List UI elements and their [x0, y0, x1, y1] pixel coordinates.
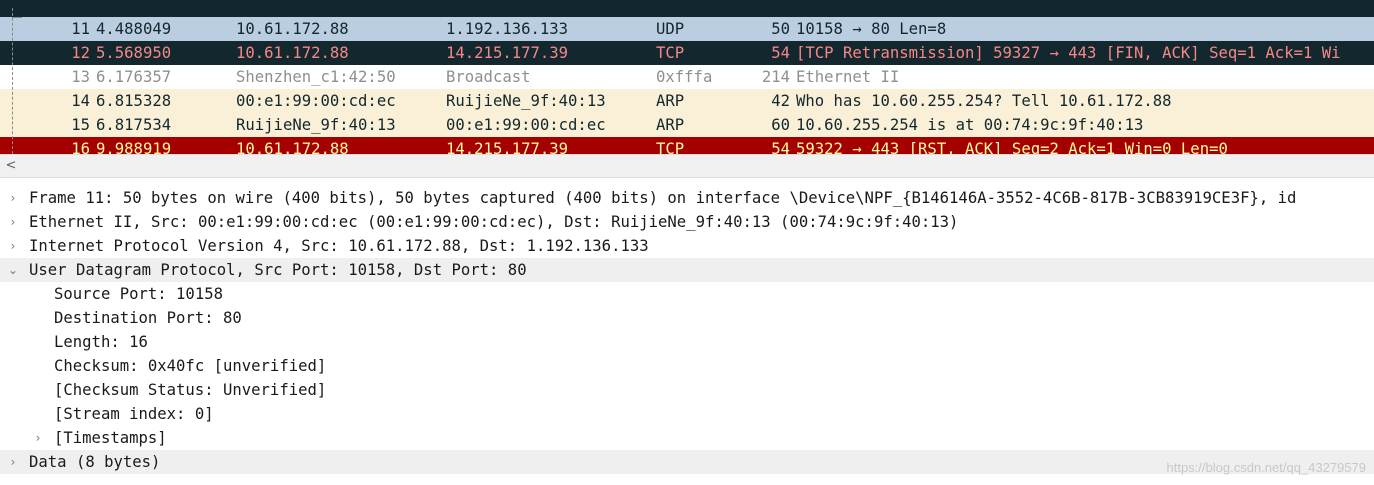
packet-destination-cell: 00:e1:99:00:cd:ec	[446, 116, 606, 134]
packet-details-tree[interactable]: › Frame 11: 50 bytes on wire (400 bits), …	[0, 186, 1374, 485]
packet-length-cell: 54	[771, 44, 790, 62]
packet-length-cell: 214	[761, 68, 790, 86]
detail-tree-label: [Stream index: 0]	[54, 405, 214, 423]
horizontal-scrollbar[interactable]: <	[0, 154, 1374, 178]
expand-arrow-icon[interactable]: ›	[4, 450, 22, 474]
detail-tree-label: Length: 16	[54, 333, 148, 351]
detail-tree-item[interactable]: Destination Port: 80	[0, 306, 1374, 330]
detail-tree-label: Frame 11: 50 bytes on wire (400 bits), 5…	[29, 189, 1297, 207]
detail-tree-item[interactable]: Checksum: 0x40fc [unverified]	[0, 354, 1374, 378]
packet-destination-cell: RuijieNe_9f:40:13	[446, 92, 606, 110]
scroll-left-icon[interactable]: <	[0, 155, 22, 177]
expand-arrow-icon[interactable]: ›	[4, 210, 22, 234]
packet-source-cell: 10.61.172.88	[236, 44, 349, 62]
packet-protocol-cell: 0xfffa	[656, 68, 713, 86]
expand-arrow-icon[interactable]: ›	[29, 426, 47, 450]
packet-length-cell: 54	[771, 140, 790, 154]
packet-source-cell: 10.61.172.88	[236, 140, 349, 154]
detail-tree-label: [Timestamps]	[54, 429, 167, 447]
packet-info-cell: 59322 → 443 [RST, ACK] Seq=2 Ack=1 Win=0…	[796, 140, 1228, 154]
packet-length-cell: 60	[771, 116, 790, 134]
scrollbar-thumb[interactable]	[22, 158, 62, 174]
expand-arrow-icon[interactable]: ›	[4, 186, 22, 210]
packet-length-cell: 42	[771, 92, 790, 110]
packet-protocol-cell: TCP	[656, 44, 685, 62]
collapse-arrow-icon[interactable]: ⌄	[4, 258, 22, 282]
packet-no-cell: 11	[71, 20, 90, 38]
detail-tree-label: Ethernet II, Src: 00:e1:99:00:cd:ec (00:…	[29, 213, 959, 231]
detail-tree-item[interactable]: › Internet Protocol Version 4, Src: 10.61…	[0, 234, 1374, 258]
watermark: https://blog.csdn.net/qq_43279579	[1166, 460, 1367, 475]
detail-tree-item[interactable]: [Stream index: 0]	[0, 402, 1374, 426]
packet-no-cell: 12	[71, 44, 90, 62]
detail-tree-label: Source Port: 10158	[54, 285, 223, 303]
packet-destination-cell: Broadcast	[446, 68, 531, 86]
packet-row[interactable]	[0, 0, 1374, 17]
packet-destination-cell: 14.215.177.39	[446, 140, 569, 154]
detail-tree-label: User Datagram Protocol, Src Port: 10158,…	[29, 261, 527, 279]
detail-tree-label: [Checksum Status: Unverified]	[54, 381, 327, 399]
packet-source-cell: 00:e1:99:00:cd:ec	[236, 92, 396, 110]
packet-time-cell: 6.176357	[96, 68, 172, 86]
packet-source-cell: 10.61.172.88	[236, 20, 349, 38]
packet-time-cell: 6.817534	[96, 116, 172, 134]
packet-source-cell: Shenzhen_c1:42:50	[236, 68, 396, 86]
packet-info-cell: [TCP Retransmission] 59327 → 443 [FIN, A…	[796, 44, 1341, 62]
detail-tree-item[interactable]: Length: 16	[0, 330, 1374, 354]
detail-tree-label: Destination Port: 80	[54, 309, 242, 327]
packet-time-cell: 5.568950	[96, 44, 172, 62]
packet-no-cell: 16	[71, 140, 90, 154]
detail-tree-item[interactable]: ⌄ User Datagram Protocol, Src Port: 10158…	[0, 258, 1374, 282]
detail-tree-label: Data (8 bytes)	[29, 453, 161, 471]
packet-protocol-cell: ARP	[656, 116, 685, 134]
packet-row[interactable]: 13 6.176357 Shenzhen_c1:42:50 Broadcast 0xff…	[0, 65, 1374, 89]
packet-list[interactable]: 11 4.488049 10.61.172.88 1.192.136.133 UDP 50…	[0, 0, 1374, 154]
packet-no-cell: 13	[71, 68, 90, 86]
packet-source-cell: RuijieNe_9f:40:13	[236, 116, 396, 134]
detail-tree-item[interactable]: › [Timestamps]	[0, 426, 1374, 450]
detail-tree-item[interactable]: › Frame 11: 50 bytes on wire (400 bits), …	[0, 186, 1374, 210]
packet-info-cell: Who has 10.60.255.254? Tell 10.61.172.88	[796, 92, 1172, 110]
packet-info-cell: 10158 → 80 Len=8	[796, 20, 947, 38]
conversation-bracket-line	[12, 8, 13, 154]
detail-tree-item[interactable]: [Checksum Status: Unverified]	[0, 378, 1374, 402]
packet-protocol-cell: UDP	[656, 20, 685, 38]
packet-protocol-cell: TCP	[656, 140, 685, 154]
packet-no-cell: 15	[71, 116, 90, 134]
packet-time-cell: 6.815328	[96, 92, 172, 110]
packet-length-cell: 50	[771, 20, 790, 38]
detail-tree-item[interactable]: Source Port: 10158	[0, 282, 1374, 306]
packet-row[interactable]: 11 4.488049 10.61.172.88 1.192.136.133 UDP 50…	[0, 17, 1374, 41]
packet-destination-cell: 14.215.177.39	[446, 44, 569, 62]
expand-arrow-icon[interactable]: ›	[4, 234, 22, 258]
packet-time-cell: 9.988919	[96, 140, 172, 154]
packet-info-cell: Ethernet II	[796, 68, 900, 86]
detail-tree-item[interactable]: › Ethernet II, Src: 00:e1:99:00:cd:ec (00…	[0, 210, 1374, 234]
packet-no-cell: 14	[71, 92, 90, 110]
conversation-bracket-hook	[12, 17, 22, 18]
packet-row[interactable]: 14 6.815328 00:e1:99:00:cd:ec RuijieNe_9f:4…	[0, 89, 1374, 113]
packet-info-cell: 10.60.255.254 is at 00:74:9c:9f:40:13	[796, 116, 1144, 134]
packet-row[interactable]: 12 5.568950 10.61.172.88 14.215.177.39 TCP 54…	[0, 41, 1374, 65]
packet-destination-cell: 1.192.136.133	[446, 20, 569, 38]
detail-tree-label: Internet Protocol Version 4, Src: 10.61.…	[29, 237, 649, 255]
packet-row[interactable]: 16 9.988919 10.61.172.88 14.215.177.39 TCP 54…	[0, 137, 1374, 154]
packet-protocol-cell: ARP	[656, 92, 685, 110]
packet-row[interactable]: 15 6.817534 RuijieNe_9f:40:13 00:e1:99:00:c…	[0, 113, 1374, 137]
packet-time-cell: 4.488049	[96, 20, 172, 38]
detail-tree-label: Checksum: 0x40fc [unverified]	[54, 357, 327, 375]
